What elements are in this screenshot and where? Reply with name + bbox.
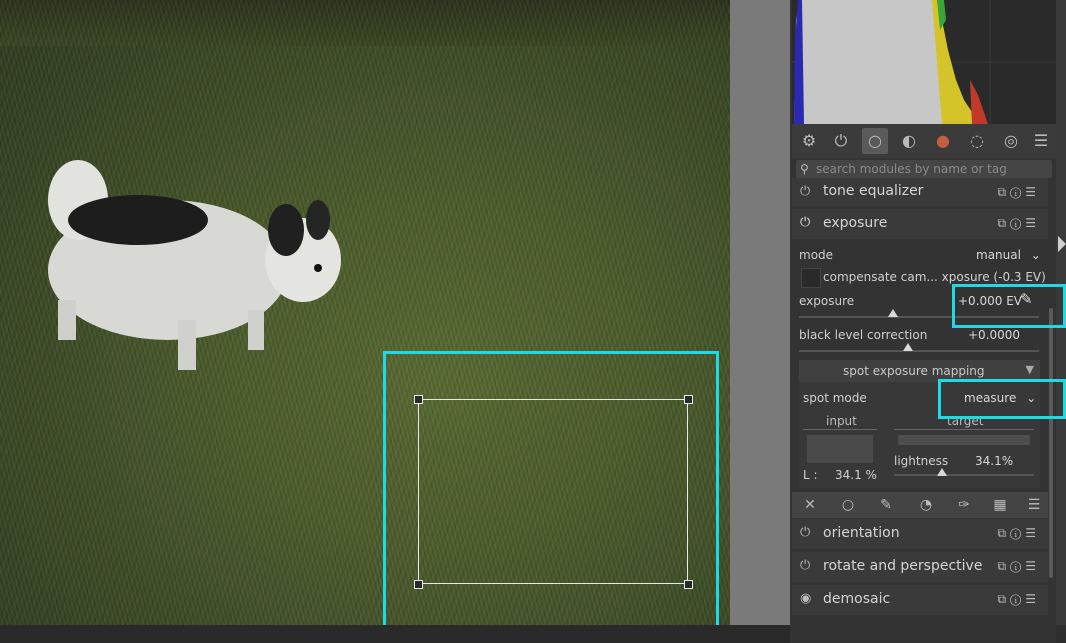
lightness-value[interactable]: 34.1%: [975, 454, 1013, 468]
input-underline: [803, 429, 877, 430]
close-icon[interactable]: ✕: [800, 496, 820, 514]
module-search: ⚲: [796, 160, 1052, 178]
black-level-label: black level correction: [799, 328, 928, 342]
module-actions[interactable]: ⧉ⓘ☰: [997, 185, 1040, 200]
collapse-triangle-icon: ▼: [1025, 363, 1034, 376]
raster-mask-icon[interactable]: ▦: [990, 496, 1010, 514]
exposure-slider-handle[interactable]: [888, 309, 898, 317]
module-label: orientation: [823, 525, 900, 541]
module-label: demosaic: [823, 591, 891, 607]
module-actions[interactable]: ⧉ⓘ☰: [997, 216, 1040, 231]
drawn-mask-icon[interactable]: ✎: [876, 496, 896, 514]
uniform-mask-icon[interactable]: ○: [838, 496, 858, 514]
chevron-down-icon: ⌄: [1030, 248, 1041, 262]
panel-scrollbar[interactable]: [1049, 308, 1053, 578]
power-icon[interactable]: ⏻: [800, 559, 814, 573]
power-icon[interactable]: ⏻: [800, 216, 814, 230]
menu-icon[interactable]: ☰: [1028, 128, 1054, 154]
power-icon[interactable]: ⏻: [828, 128, 854, 154]
highlight-spot-area: [383, 351, 719, 634]
spot-section-title: spot exposure mapping: [843, 364, 985, 378]
circle-icon[interactable]: ○: [862, 128, 888, 154]
panel-gutter: [730, 0, 790, 643]
search-input[interactable]: [816, 160, 1046, 178]
lightness-slider-handle[interactable]: [936, 468, 947, 476]
mode-value: manual: [976, 248, 1021, 262]
module-actions[interactable]: ⧉ⓘ☰: [997, 592, 1040, 607]
l-value: 34.1 %: [835, 468, 877, 482]
module-header-exposure[interactable]: ⏻ exposure ⧉ⓘ☰: [792, 209, 1048, 239]
black-level-value[interactable]: +0.0000: [968, 328, 1020, 342]
always-on-icon: ◉: [800, 591, 812, 606]
module-header-orientation[interactable]: ⏻ orientation ⧉ⓘ☰: [792, 519, 1048, 549]
input-label: input: [826, 414, 857, 428]
lightness-slider-track[interactable]: [894, 474, 1034, 476]
module-label: tone equalizer: [823, 183, 924, 199]
histogram[interactable]: [792, 0, 1056, 124]
highlight-spot-mode: [938, 379, 1066, 419]
spot-mode-label: spot mode: [803, 391, 867, 405]
module-header-rotate-perspective[interactable]: ⏻ rotate and perspective ⧉ⓘ☰: [792, 552, 1048, 582]
module-header-demosaic[interactable]: ◉ demosaic ⧉ⓘ☰: [792, 585, 1048, 615]
parametric-mask-icon[interactable]: ◔: [916, 496, 936, 514]
black-level-slider-track[interactable]: [799, 350, 1039, 352]
input-color-swatch: [807, 435, 873, 463]
expand-panel-arrow-icon[interactable]: [1058, 236, 1066, 252]
module-actions[interactable]: ⧉ⓘ☰: [997, 526, 1040, 541]
drawn-parametric-mask-icon[interactable]: ✑: [954, 496, 974, 514]
search-icon: ⚲: [800, 162, 809, 176]
module-label: rotate and perspective: [823, 558, 983, 574]
color-wheel-icon[interactable]: ●: [930, 128, 956, 154]
module-group-tabs: ⚙ ⏻ ○ ◐ ● ◌ ◎ ☰: [792, 124, 1056, 158]
exposure-label: exposure: [799, 294, 855, 308]
module-actions[interactable]: ⧉ⓘ☰: [997, 559, 1040, 574]
black-level-slider-handle[interactable]: [903, 343, 913, 351]
target-color-swatch[interactable]: [898, 435, 1030, 445]
mode-label: mode: [799, 248, 834, 262]
dog-photo-subject: [48, 160, 341, 370]
l-label: L :: [803, 468, 818, 482]
compensate-checkbox[interactable]: [801, 268, 821, 288]
power-icon[interactable]: ⏻: [800, 526, 814, 540]
lightness-label: lightness: [894, 454, 949, 468]
power-icon[interactable]: ⏻: [800, 185, 814, 199]
gradient-circle-icon[interactable]: ◐: [896, 128, 922, 154]
module-label: exposure: [823, 215, 888, 231]
module-header-tone-equalizer[interactable]: ⏻ tone equalizer ⧉ⓘ☰: [792, 178, 1048, 206]
target-underline: [894, 429, 1034, 430]
menu-icon[interactable]: ☰: [1024, 496, 1044, 514]
curve-icon[interactable]: ◌: [964, 128, 990, 154]
blend-mask-toolbar: ✕ ○ ✎ ◔ ✑ ▦ ☰: [792, 492, 1048, 518]
highlight-exposure-picker: [952, 284, 1066, 328]
compensate-label: compensate cam... xposure (-0.3 EV): [823, 270, 1046, 284]
sliders-icon[interactable]: ⚙: [796, 128, 822, 154]
mode-dropdown[interactable]: manual ⌄: [976, 248, 1041, 262]
bottom-filmstrip-bar: [0, 625, 790, 643]
lens-icon[interactable]: ◎: [998, 128, 1024, 154]
